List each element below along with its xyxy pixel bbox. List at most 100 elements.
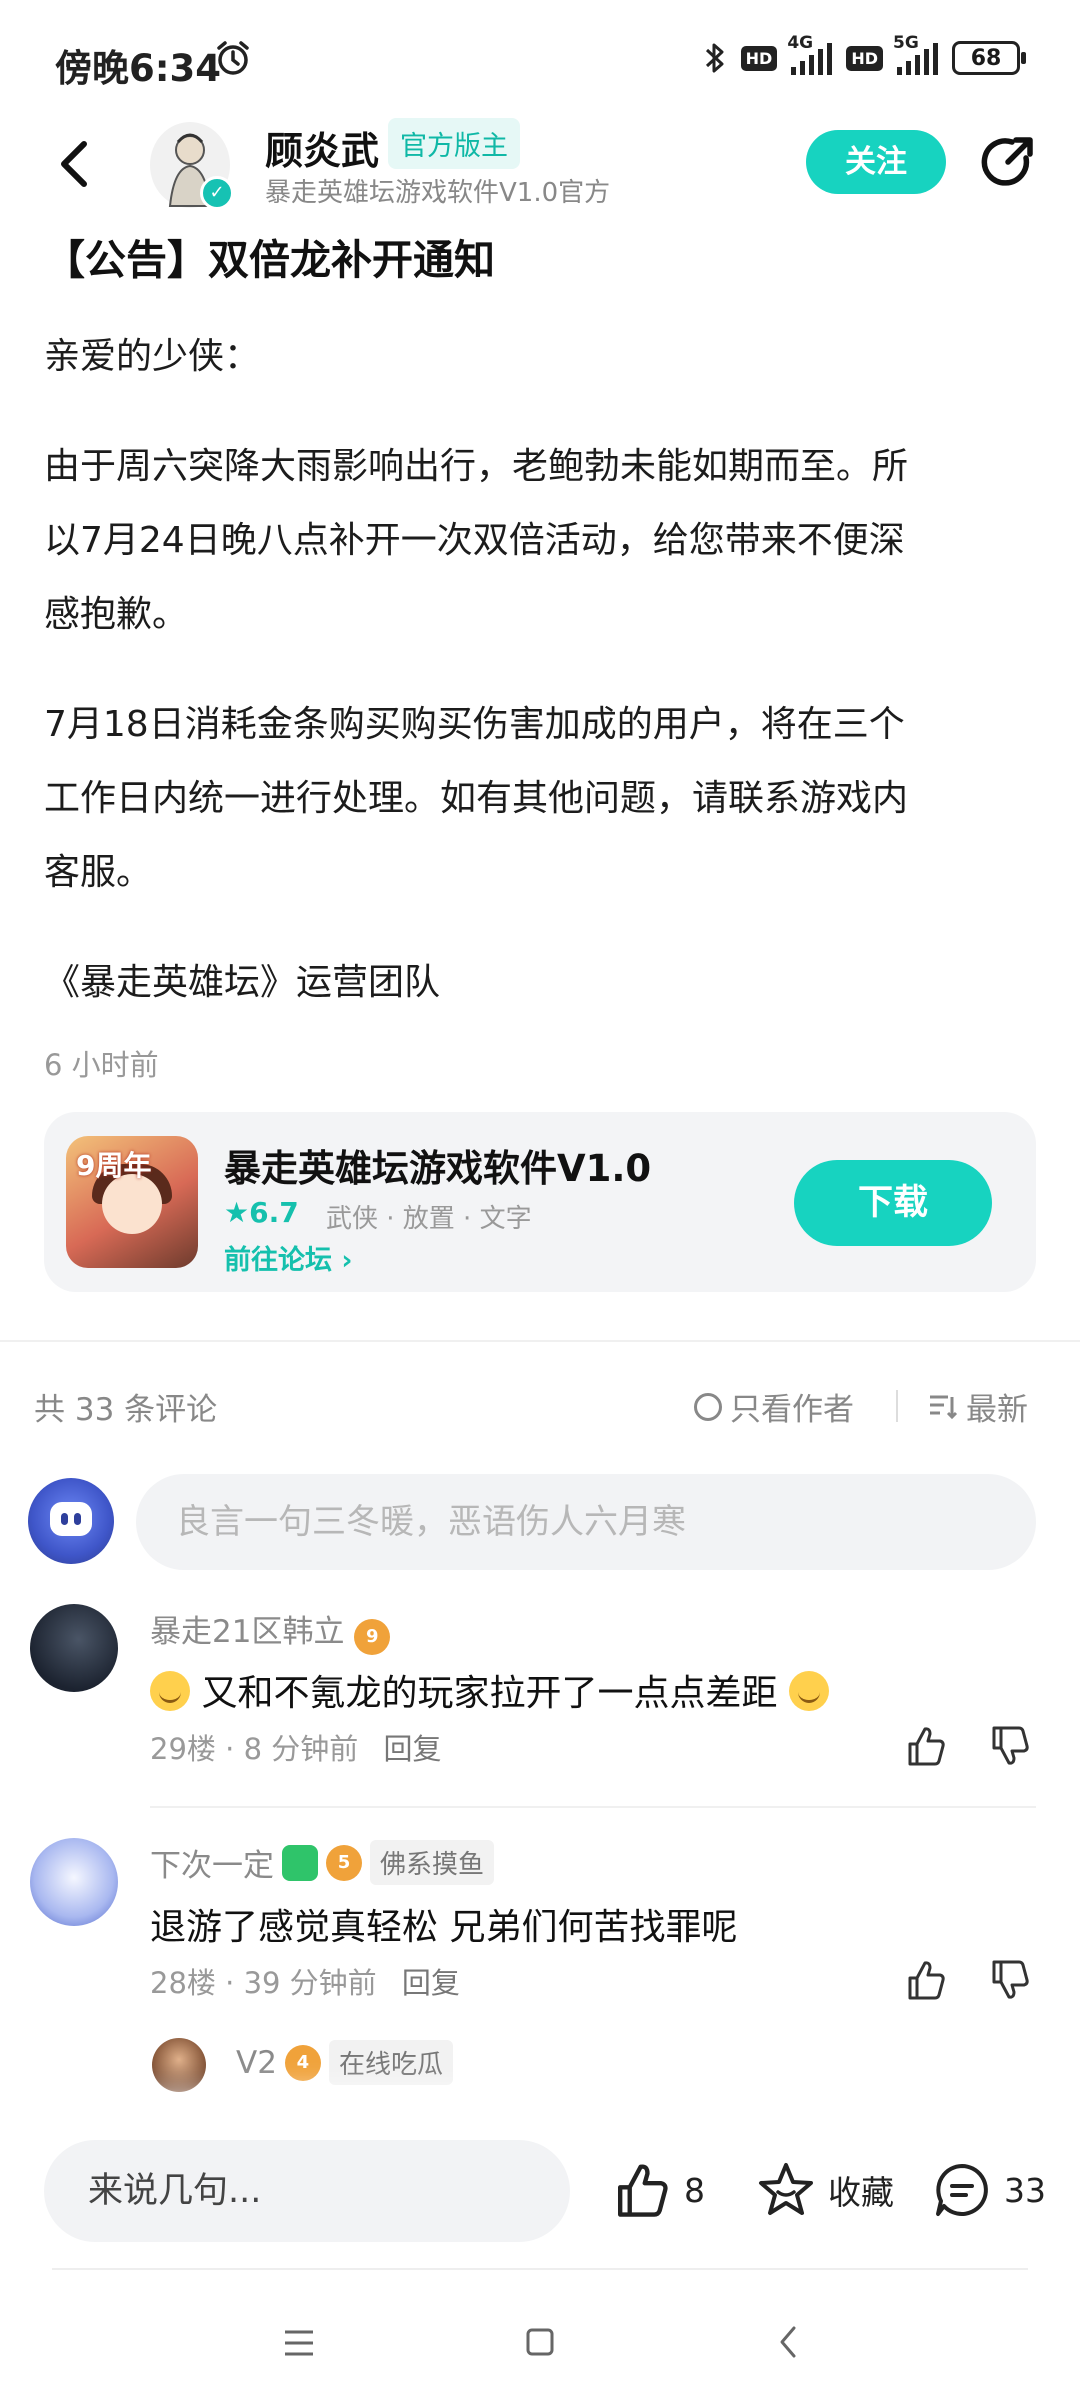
network-type-2: 5G: [893, 33, 919, 53]
paragraph-2-line-1: 7月18日消耗金条购买购买伤害加成的用户，将在三个: [44, 704, 905, 745]
favorite-button[interactable]: 收藏: [756, 2160, 894, 2220]
comment-icon: [936, 2164, 988, 2216]
post-signature: 《暴走英雄坛》运营团队: [44, 962, 441, 1003]
sort-label: 最新: [966, 1392, 1028, 1428]
level-badge: 5: [326, 1844, 362, 1881]
commenter-avatar[interactable]: [30, 1604, 118, 1692]
comment-count: 共 33 条评论: [34, 1392, 218, 1428]
author-subtitle: 暴走英雄坛游戏软件V1.0官方: [265, 178, 611, 208]
floor-number: 29楼: [150, 1732, 216, 1766]
comment-input[interactable]: 良言一句三冬暖，恶语伤人六月寒: [136, 1474, 1036, 1570]
post-title: 【公告】双倍龙补开通知: [44, 236, 495, 284]
like-button[interactable]: 8: [612, 2160, 705, 2220]
comment-meta: 29楼 · 8 分钟前 回复: [150, 1732, 442, 1766]
app-tags: 武侠 · 放置 · 文字: [326, 1204, 532, 1234]
emoji-icon: [788, 1671, 829, 1711]
post-paragraph-2: 7月18日消耗金条购买购买伤害加成的用户，将在三个 工作日内统一进行处理。如有其…: [44, 688, 1040, 910]
reply-user-name: V2: [236, 2044, 277, 2081]
separator: [896, 1390, 898, 1422]
hd-badge-2: HD: [846, 45, 883, 71]
paragraph-2-line-2: 工作日内统一进行处理。如有其他问题，请联系游戏内: [44, 778, 909, 819]
divider: [0, 1340, 1080, 1342]
only-author-toggle[interactable]: 只看作者: [694, 1384, 854, 1429]
thumb-up-icon[interactable]: [904, 1958, 948, 2002]
verified-icon: ✓: [200, 176, 234, 210]
comment-button[interactable]: 33: [932, 2160, 1046, 2220]
paragraph-1-line-3: 感抱歉。: [44, 594, 189, 635]
comment-user[interactable]: 下次一定 5 佛系摸鱼: [150, 1840, 495, 1885]
thumb-down-icon[interactable]: [988, 1958, 1032, 2002]
author-name[interactable]: 顾炎武: [265, 120, 379, 175]
comment-text: 退游了感觉真轻松 兄弟们何苦找罪呢: [150, 1907, 738, 1948]
follow-button[interactable]: 关注: [806, 130, 946, 194]
reply-button[interactable]: 回复: [402, 1966, 460, 2000]
bottom-action-bar: 来说几句... 8 收藏 33: [0, 2110, 1080, 2280]
alarm-icon: [217, 41, 249, 75]
only-author-label: 只看作者: [730, 1392, 854, 1428]
chevron-right-icon: ›: [341, 1245, 353, 1276]
home-icon[interactable]: [524, 2326, 556, 2358]
sort-latest-button[interactable]: 最新: [928, 1384, 1028, 1429]
bluetooth-icon: [705, 43, 724, 73]
level-badge: 4: [284, 2044, 321, 2081]
status-icons: HD 4G HD 5G 68: [703, 33, 1026, 80]
comment-time: 8 分钟前: [243, 1732, 359, 1766]
download-button[interactable]: 下载: [794, 1160, 992, 1246]
signal-icon-2: 5G: [893, 33, 938, 75]
like-count: 8: [684, 2170, 705, 2210]
comment-divider: [150, 1806, 1036, 1808]
reply-button[interactable]: 回复: [383, 1732, 441, 1766]
comment-time: 39 分钟前: [243, 1966, 377, 2000]
emoji-icon: [150, 1671, 190, 1711]
comment-user-name: 暴走21区韩立: [150, 1614, 345, 1650]
commenter-avatar[interactable]: [30, 1838, 118, 1926]
forum-link-label: 前往论坛: [224, 1245, 332, 1276]
paragraph-1-line-2: 以7月24日晚八点补开一次双倍活动，给您带来不便深: [44, 520, 905, 561]
my-avatar[interactable]: [28, 1478, 114, 1564]
comment-user[interactable]: 暴走21区韩立 9: [150, 1606, 391, 1655]
user-tag: 在线吃瓜: [328, 2040, 453, 2085]
comment-text-content: 又和不氪龙的玩家拉开了一点点差距: [201, 1673, 778, 1714]
radio-icon: [694, 1392, 722, 1421]
battery-level: 68: [970, 45, 1002, 71]
signal-icon: 4G: [787, 33, 833, 75]
app-rating: ★6.7: [224, 1196, 299, 1229]
post-greeting: 亲爱的少侠：: [44, 336, 261, 377]
comment-meta: 28楼 · 39 分钟前 回复: [150, 1966, 460, 2000]
app-icon[interactable]: 9周年: [66, 1136, 198, 1268]
reply-avatar[interactable]: [152, 2038, 206, 2092]
share-icon[interactable]: [978, 132, 1038, 192]
favorite-label: 收藏: [828, 2173, 894, 2212]
app-card[interactable]: 9周年 暴走英雄坛游戏软件V1.0 ★6.7 武侠 · 放置 · 文字 前往论坛…: [44, 1112, 1036, 1292]
status-bar: 傍晚6:34 HD 4G HD 5G 68: [0, 0, 1080, 120]
star-icon: [759, 2163, 813, 2215]
paragraph-1-line-1: 由于周六突降大雨影响出行，老鲍勃未能如期而至。所: [44, 446, 909, 487]
back-nav-icon[interactable]: [776, 2324, 800, 2360]
thumb-up-icon: [618, 2164, 668, 2217]
official-moderator-badge: 官方版主: [388, 118, 520, 169]
paragraph-2-line-3: 客服。: [44, 852, 153, 893]
nav-divider: [52, 2268, 1028, 2270]
reply-user[interactable]: V2 4 在线吃瓜: [236, 2040, 453, 2085]
back-icon[interactable]: [50, 136, 100, 192]
comment-count-bottom: 33: [1004, 2170, 1046, 2210]
comment-user-name: 下次一定: [150, 1848, 274, 1884]
app-name[interactable]: 暴走英雄坛游戏软件V1.0: [224, 1138, 651, 1192]
menu-icon[interactable]: [282, 2328, 316, 2358]
status-time: 傍晚6:34: [55, 47, 222, 90]
go-to-forum-link[interactable]: 前往论坛 ›: [224, 1238, 353, 1277]
vip-badge-icon: [282, 1844, 318, 1881]
anniversary-badge: 9周年: [76, 1149, 152, 1182]
level-badge: 9: [354, 1619, 391, 1655]
network-type: 4G: [787, 33, 814, 53]
post-paragraph-1: 由于周六突降大雨影响出行，老鲍勃未能如期而至。所 以7月24日晚八点补开一次双倍…: [44, 430, 1040, 652]
thumb-down-icon[interactable]: [988, 1724, 1032, 1768]
system-nav-bar: [0, 2300, 1080, 2400]
hd-badge: HD: [740, 45, 778, 71]
battery-icon: 68: [952, 41, 1026, 75]
comment-text: 又和不氪龙的玩家拉开了一点点差距: [150, 1664, 829, 1716]
sort-icon: [930, 1395, 958, 1419]
say-something-input[interactable]: 来说几句...: [44, 2140, 570, 2242]
thumb-up-icon[interactable]: [904, 1724, 948, 1768]
user-tag: 佛系摸鱼: [370, 1840, 495, 1885]
